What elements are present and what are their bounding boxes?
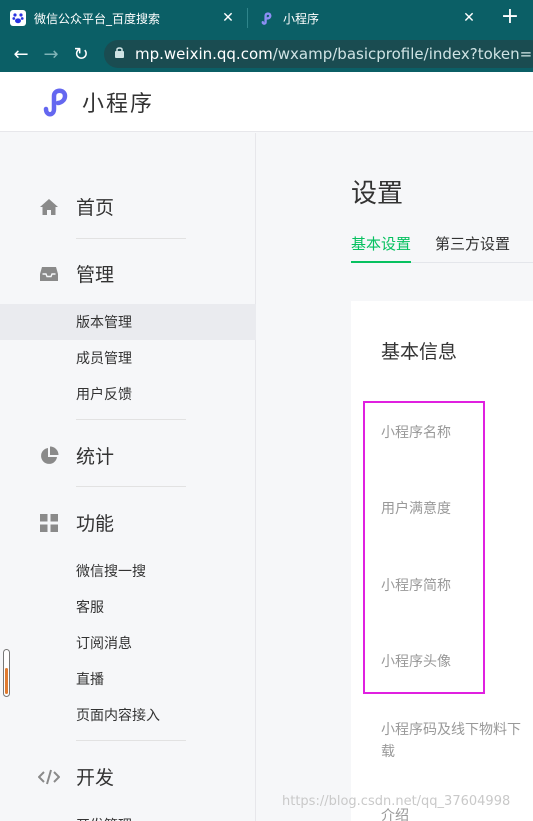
sidebar-item-customer-service[interactable]: 客服 (0, 589, 256, 625)
browser-tab-strip: 微信公众平台_百度搜索 ✕ 小程序 ✕ + (0, 0, 533, 36)
browser-tab-title: 小程序 (283, 11, 320, 26)
main-content: 设置 基本设置 第三方设置 基本信息 小程序名称 用户满意度 小程序简称 小程序… (257, 133, 533, 821)
close-icon[interactable]: ✕ (461, 10, 477, 26)
tab-separator (247, 8, 248, 28)
watermark: https://blog.csdn.net/qq_37604998 (282, 794, 511, 809)
sidebar-section-home[interactable]: 首页 (38, 193, 114, 220)
app-title: 小程序 (82, 91, 155, 117)
miniprogram-logo-icon (259, 10, 275, 26)
url-host: mp.weixin.qq.com (135, 45, 273, 63)
address-bar: ← → ↻ mp.weixin.qq.com/wxamp/basicprofil… (0, 36, 533, 72)
field-label-satisfaction: 用户满意度 (381, 501, 451, 517)
divider (76, 238, 186, 239)
code-icon (38, 766, 60, 788)
sidebar-section-label: 功能 (76, 513, 115, 535)
sidebar-section-features[interactable]: 功能 (38, 509, 114, 536)
sidebar-item-dev-management[interactable]: 开发管理 (0, 807, 256, 821)
sidebar: 首页 管理 版本管理 成员管理 用户反馈 统计 功能 微信搜一搜 客服 订阅消息… (0, 133, 256, 821)
browser-tab-miniprogram[interactable]: 小程序 ✕ (249, 0, 487, 36)
sidebar-section-label: 开发 (76, 767, 115, 789)
sidebar-item-user-feedback[interactable]: 用户反馈 (0, 376, 256, 412)
home-icon (38, 196, 60, 218)
sidebar-section-manage[interactable]: 管理 (38, 260, 114, 287)
field-label-name: 小程序名称 (381, 425, 451, 441)
url-path: /wxamp/basicprofile/index?token=1178 (272, 45, 533, 63)
reload-icon[interactable]: ↻ (66, 44, 96, 65)
sidebar-section-label: 管理 (76, 264, 115, 286)
divider (76, 419, 186, 420)
field-label-qrcode-download: 小程序码及线下物料下载 (381, 722, 521, 760)
browser-tab-title: 微信公众平台_百度搜索 (34, 11, 161, 26)
field-label-avatar: 小程序头像 (381, 654, 451, 670)
miniprogram-logo-icon (43, 88, 68, 116)
forward-arrow-icon[interactable]: → (36, 44, 66, 65)
sidebar-section-statistics[interactable]: 统计 (38, 442, 114, 469)
sidebar-item-version-management[interactable]: 版本管理 (0, 304, 256, 340)
app-header: 小程序 (0, 72, 533, 132)
scrollbar-thumb[interactable] (3, 649, 10, 697)
inbox-icon (38, 263, 60, 285)
sidebar-item-subscription-messages[interactable]: 订阅消息 (0, 625, 256, 661)
lock-icon (114, 46, 125, 62)
close-icon[interactable]: ✕ (220, 10, 236, 26)
settings-tabs: 基本设置 第三方设置 (351, 233, 533, 263)
sidebar-section-label: 统计 (76, 446, 115, 468)
field-label-short-name: 小程序简称 (381, 578, 451, 594)
card-title: 基本信息 (381, 341, 458, 363)
sidebar-section-label: 首页 (76, 197, 115, 219)
back-arrow-icon[interactable]: ← (6, 44, 36, 65)
grid-icon (38, 512, 60, 534)
url-input[interactable]: mp.weixin.qq.com/wxamp/basicprofile/inde… (104, 40, 533, 68)
sidebar-item-page-content-access[interactable]: 页面内容接入 (0, 697, 256, 733)
tab-basic-settings[interactable]: 基本设置 (351, 233, 412, 263)
pie-chart-icon (38, 445, 60, 467)
sidebar-item-wechat-search[interactable]: 微信搜一搜 (0, 553, 256, 589)
sidebar-item-live-streaming[interactable]: 直播 (0, 661, 256, 697)
divider (76, 740, 186, 741)
page-title: 设置 (351, 179, 404, 209)
sidebar-section-development[interactable]: 开发 (38, 763, 114, 790)
basic-info-card: 基本信息 小程序名称 用户满意度 小程序简称 小程序头像 小程序码及线下物料下载… (351, 301, 533, 821)
browser-tab-baidu[interactable]: 微信公众平台_百度搜索 ✕ (0, 0, 246, 36)
tab-third-party-settings[interactable]: 第三方设置 (435, 233, 510, 263)
sidebar-item-member-management[interactable]: 成员管理 (0, 340, 256, 376)
new-tab-button[interactable]: + (496, 4, 524, 32)
baidu-paw-icon (10, 10, 26, 26)
divider (76, 486, 186, 487)
